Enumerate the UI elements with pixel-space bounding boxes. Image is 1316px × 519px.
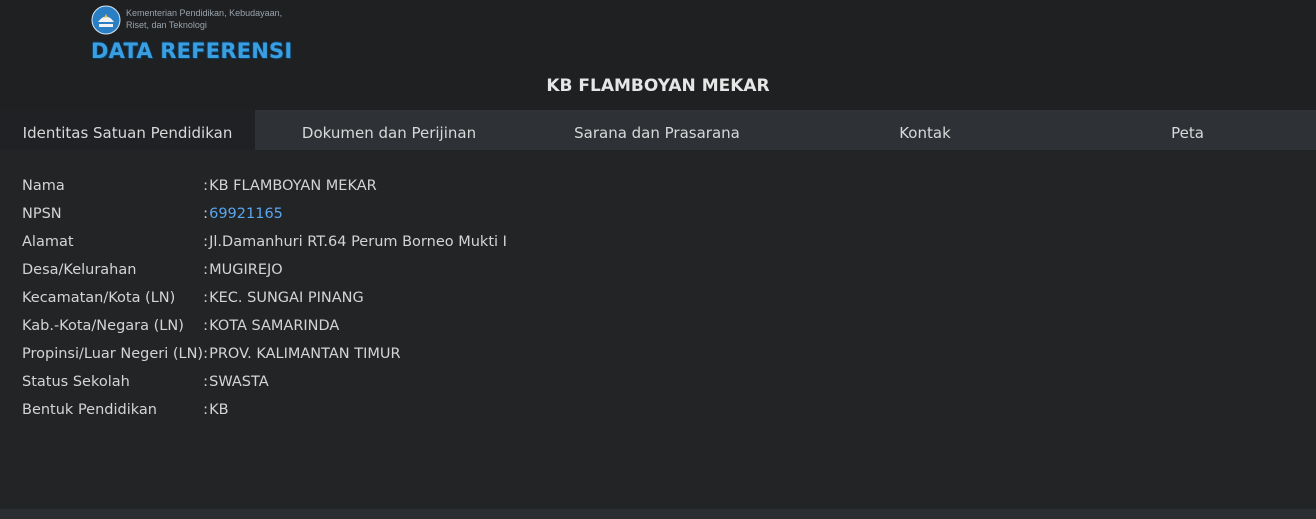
field-value-alamat: Jl.Damanhuri RT.64 Perum Borneo Mukti I [209, 234, 507, 250]
tab-sarana-dan-prasarana[interactable]: Sarana dan Prasarana [523, 110, 791, 150]
table-row: NPSN : 69921165 [22, 200, 507, 228]
table-row: Kab.-Kota/Negara (LN) : KOTA SAMARINDA [22, 312, 507, 340]
tab-bar: Identitas Satuan Pendidikan Dokumen dan … [0, 110, 1316, 150]
field-label: NPSN [22, 206, 62, 222]
field-value-bentuk: KB [209, 402, 229, 418]
field-label: Desa/Kelurahan [22, 262, 137, 278]
field-label: Kecamatan/Kota (LN) [22, 290, 176, 306]
field-value-nama: KB FLAMBOYAN MEKAR [209, 178, 377, 194]
table-row: Nama : KB FLAMBOYAN MEKAR [22, 172, 507, 200]
footer-strip [0, 509, 1316, 519]
tab-dokumen-dan-perijinan[interactable]: Dokumen dan Perijinan [255, 110, 523, 150]
field-label: Alamat [22, 234, 74, 250]
field-value-kabupaten: KOTA SAMARINDA [209, 318, 340, 334]
table-row: Desa/Kelurahan : MUGIREJO [22, 256, 507, 284]
table-row: Status Sekolah : SWASTA [22, 368, 507, 396]
ministry-name: Kementerian Pendidikan, Kebudayaan, Rise… [126, 7, 326, 31]
tab-identitas-satuan-pendidikan[interactable]: Identitas Satuan Pendidikan [0, 110, 255, 150]
identity-table: Nama : KB FLAMBOYAN MEKAR NPSN : 6992116… [22, 172, 507, 424]
tab-kontak[interactable]: Kontak [791, 110, 1059, 150]
ministry-line-2: Riset, dan Teknologi [126, 20, 207, 30]
field-value-npsn: 69921165 [209, 200, 507, 228]
brand-title: DATA REFERENSI [91, 39, 293, 63]
npsn-link[interactable]: 69921165 [209, 206, 283, 222]
field-label: Status Sekolah [22, 374, 130, 390]
field-value-propinsi: PROV. KALIMANTAN TIMUR [209, 346, 401, 362]
field-label: Kab.-Kota/Negara (LN) [22, 318, 184, 334]
field-label: Bentuk Pendidikan [22, 402, 157, 418]
table-row: Propinsi/Luar Negeri (LN) : PROV. KALIMA… [22, 340, 507, 368]
table-row: Alamat : Jl.Damanhuri RT.64 Perum Borneo… [22, 228, 507, 256]
field-label: Nama [22, 178, 65, 194]
field-label: Propinsi/Luar Negeri (LN) [22, 346, 204, 362]
table-row: Bentuk Pendidikan : KB [22, 396, 507, 424]
field-value-desa: MUGIREJO [209, 262, 283, 278]
ministry-logo[interactable]: Kementerian Pendidikan, Kebudayaan, Rise… [91, 5, 331, 67]
table-row: Kecamatan/Kota (LN) : KEC. SUNGAI PINANG [22, 284, 507, 312]
ministry-line-1: Kementerian Pendidikan, Kebudayaan, [126, 8, 283, 18]
field-value-kecamatan: KEC. SUNGAI PINANG [209, 290, 364, 306]
tut-wuri-handayani-emblem-icon [91, 5, 121, 35]
page-header: Kementerian Pendidikan, Kebudayaan, Rise… [0, 0, 1316, 110]
page-title: KB FLAMBOYAN MEKAR [546, 76, 770, 96]
field-value-status: SWASTA [209, 374, 269, 390]
tab-peta[interactable]: Peta [1059, 110, 1316, 150]
tab-content-identitas: Nama : KB FLAMBOYAN MEKAR NPSN : 6992116… [0, 150, 1316, 509]
